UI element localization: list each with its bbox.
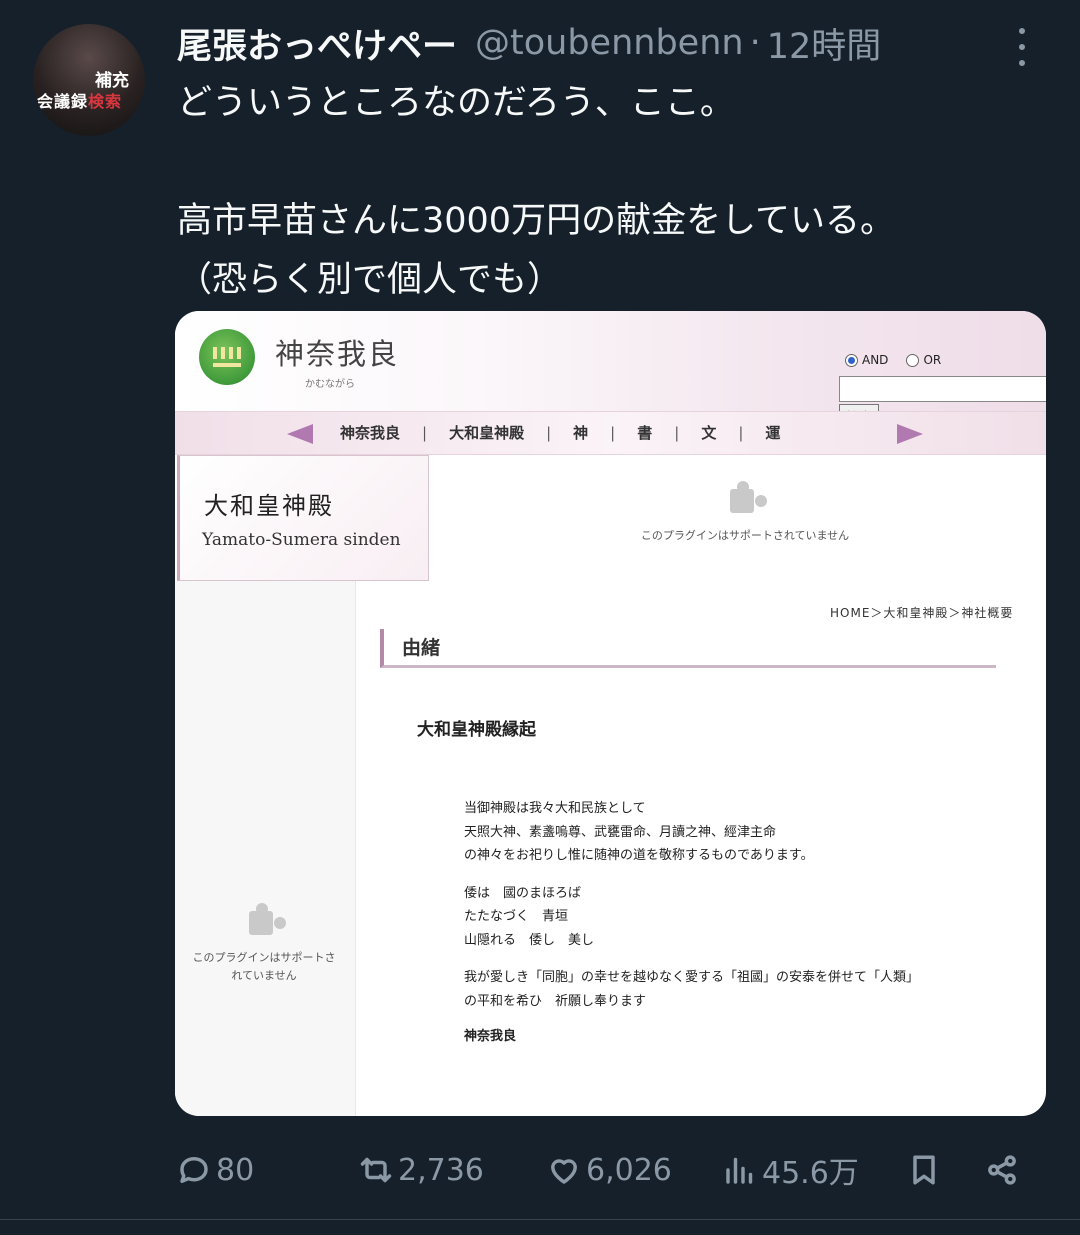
nav-item[interactable]: 神: [573, 422, 588, 443]
banner-title-jp: 大和皇神殿: [204, 492, 334, 520]
nav-item[interactable]: 神奈我良: [340, 422, 400, 443]
text-line: たたなづく 青垣: [464, 909, 569, 924]
reply-count: 80: [216, 1152, 255, 1188]
banner-title-en: Yamato-Sumera sinden: [202, 530, 401, 550]
view-count: 45.6万: [762, 1156, 859, 1191]
more-options-icon[interactable]: [1010, 28, 1034, 66]
radio-or-label: OR: [923, 353, 942, 367]
views-button[interactable]: 45.6万: [722, 1140, 859, 1200]
body-text: 当御神殿は我々大和民族として 天照大神、素盞嗚尊、武甕雷命、月讀之神、經津主命 …: [464, 797, 919, 1049]
text-line: の平和を希ひ 祈願し奉ります: [464, 993, 647, 1009]
text-line: 倭は 國のまほろば: [464, 885, 582, 901]
sidebar: [175, 581, 356, 1116]
share-button[interactable]: [984, 1140, 1020, 1200]
repost-count: 2,736: [398, 1152, 484, 1188]
text-line: 天照大神、素盞嗚尊、武甕雷命、月讀之神、經津主命: [464, 824, 777, 840]
site-logo-icon: [199, 329, 255, 385]
nav-item[interactable]: 運: [765, 422, 780, 443]
nav-item[interactable]: 文: [701, 422, 716, 443]
views-chart-icon: [726, 1157, 753, 1184]
like-button[interactable]: 6,026: [546, 1140, 672, 1200]
radio-or[interactable]: [906, 353, 920, 367]
divider: [0, 1219, 1080, 1220]
section-heading: 由緒: [380, 629, 996, 668]
share-icon: [988, 1155, 1016, 1185]
like-count: 6,026: [586, 1152, 672, 1188]
nav-left-arrow-icon[interactable]: [287, 424, 313, 444]
tweet-media-image[interactable]: 神奈我良 かむながら AND OR 検索 神奈我良| 大和皇神殿| 神| 書| …: [175, 311, 1046, 1116]
signature: 神奈我良: [464, 1029, 517, 1044]
bookmark-button[interactable]: [906, 1140, 942, 1200]
breadcrumb: HOME＞大和皇神殿＞神社概要: [830, 606, 1014, 620]
puzzle-icon: [728, 481, 762, 515]
plugin-placeholder-side: このプラグインはサポートさ れていません: [179, 903, 349, 985]
tweet-timestamp[interactable]: 12時間: [767, 18, 882, 69]
tweet-header: 尾張おっぺけペー @toubennbenn · 12時間: [177, 18, 1007, 68]
page-banner: 大和皇神殿 Yamato-Sumera sinden: [177, 455, 429, 581]
nav-item[interactable]: 大和皇神殿: [449, 422, 524, 443]
site-kana: かむながら: [305, 379, 355, 390]
heart-icon: [551, 1159, 577, 1184]
text-line: 当御神殿は我々大和民族として: [464, 801, 646, 816]
author-name[interactable]: 尾張おっぺけペー: [177, 18, 457, 69]
tweet-actions: 80 2,736 6,026 45.6万: [0, 1140, 1080, 1200]
site-nav: 神奈我良 | 大和皇神殿 | 神 | 書 | 文 | 運: [175, 411, 1046, 455]
nav-item[interactable]: 書: [637, 422, 652, 443]
repost-icon: [360, 1157, 392, 1183]
radio-and-label: AND: [862, 353, 889, 367]
text-line: の神々をお祀りし惟に随神の道を敬称するものであります。: [464, 848, 814, 863]
puzzle-icon: [247, 903, 281, 937]
site-title: 神奈我良: [275, 337, 400, 371]
reply-icon: [180, 1157, 208, 1183]
sub-heading: 大和皇神殿縁起: [417, 720, 536, 740]
tweet-text: どういうところなのだろう、ここ。 高市早苗さんに3000万円の献金をしている。 …: [177, 83, 896, 300]
reply-button[interactable]: 80: [176, 1140, 254, 1200]
author-handle[interactable]: @toubennbenn: [475, 23, 744, 63]
header-separator: ·: [749, 23, 761, 63]
text-line: 我が愛しき「同胞」の幸せを越ゆなく愛する「祖國」の安泰を併せて「人類」: [464, 970, 920, 985]
site-search-input[interactable]: [839, 376, 1046, 402]
author-avatar[interactable]: 補充 会議録検索: [33, 24, 145, 136]
nav-right-arrow-icon[interactable]: [897, 424, 923, 444]
search-mode: AND OR: [845, 353, 941, 367]
avatar-text-bottom: 会議録検索: [37, 92, 123, 111]
plugin-placeholder-top: このプラグインはサポートされていません: [595, 481, 895, 543]
text-line: 山隠れる 倭し 美し: [464, 932, 595, 948]
bookmark-icon: [913, 1155, 935, 1185]
site-header: 神奈我良 かむながら AND OR 検索: [175, 311, 1046, 429]
repost-button[interactable]: 2,736: [358, 1140, 484, 1200]
radio-and[interactable]: [845, 353, 858, 367]
